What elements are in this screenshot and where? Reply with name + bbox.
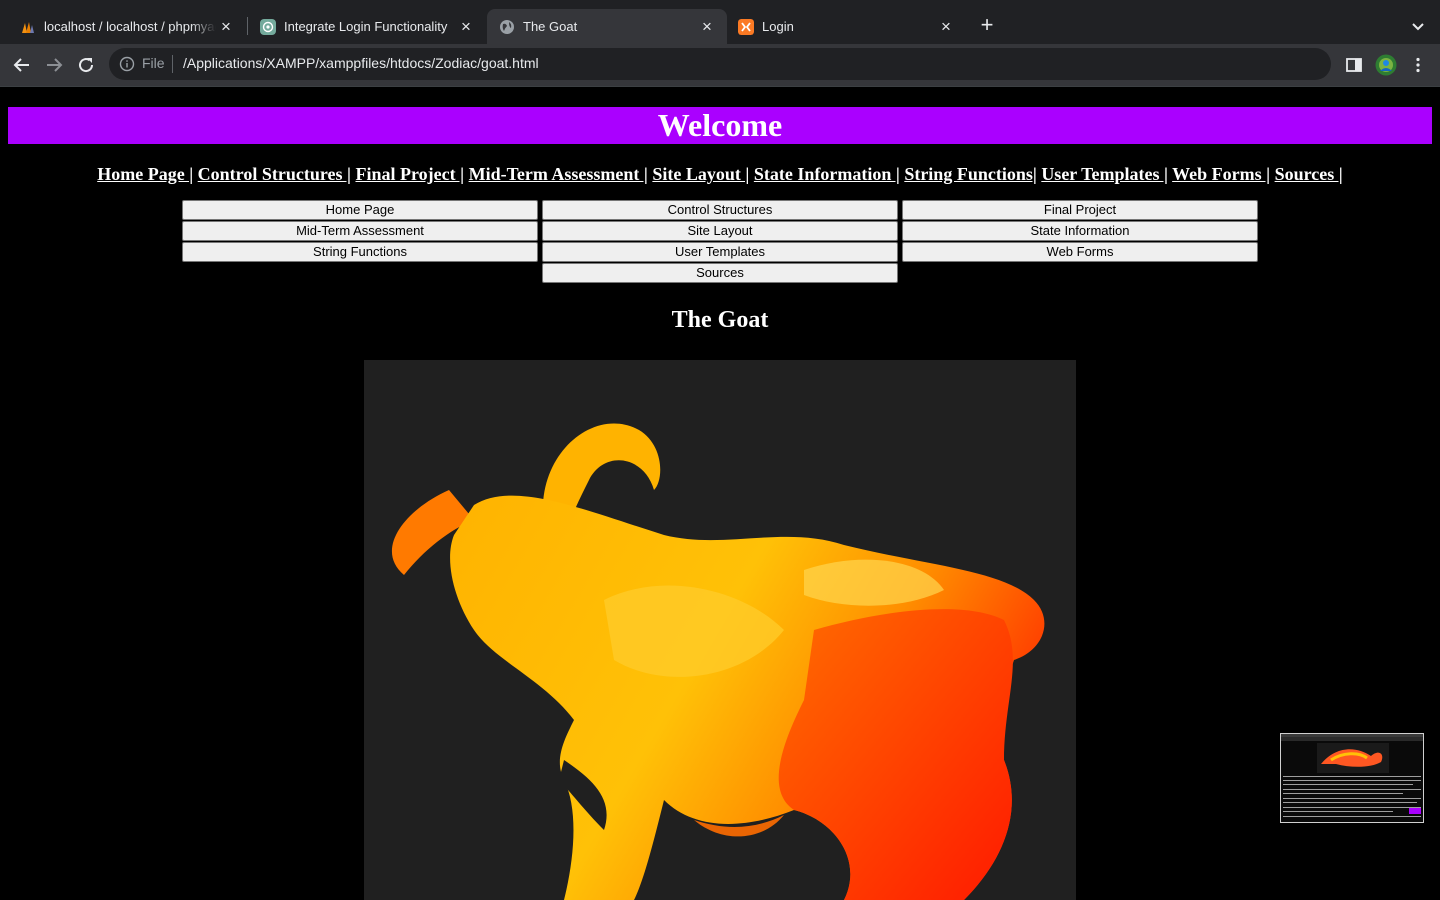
mid-term-assessment-button[interactable]: Mid-Term Assessment — [182, 221, 538, 241]
tab-title: The Goat — [523, 19, 578, 34]
thumbnail-preview — [1281, 734, 1423, 817]
reload-button[interactable] — [73, 52, 99, 78]
xampp-icon — [738, 18, 754, 35]
side-panel-icon — [1346, 58, 1362, 72]
welcome-banner: Welcome — [8, 107, 1432, 144]
home-page-button[interactable]: Home Page — [182, 200, 538, 220]
string-functions-button[interactable]: String Functions — [182, 242, 538, 262]
nav-link-string-functions[interactable]: String Functions| — [904, 164, 1037, 184]
sources-button[interactable]: Sources — [542, 263, 898, 283]
final-project-button[interactable]: Final Project — [902, 200, 1258, 220]
browser-menu-button[interactable] — [1405, 52, 1431, 78]
new-tab-plus-icon[interactable]: + — [976, 14, 998, 36]
kebab-menu-icon — [1416, 57, 1420, 73]
url-text[interactable]: /Applications/XAMPP/xamppfiles/htdocs/Zo… — [183, 55, 539, 71]
goat-illustration — [391, 423, 1045, 900]
phpmyadmin-icon — [22, 21, 34, 33]
site-layout-button[interactable]: Site Layout — [542, 221, 898, 241]
banner-title: Welcome — [657, 107, 783, 143]
text-nav-links: Home Page | Control Structures | Final P… — [0, 164, 1440, 185]
state-information-button[interactable]: State Information — [902, 221, 1258, 241]
arrow-left-icon — [13, 58, 29, 72]
scheme-label: File — [142, 55, 165, 71]
close-tab-icon[interactable]: × — [697, 17, 717, 37]
nav-link-control-structures[interactable]: Control Structures | — [198, 164, 351, 184]
info-icon[interactable] — [119, 56, 135, 72]
side-panel-button[interactable] — [1341, 52, 1367, 78]
tab-the-goat[interactable]: The Goat × — [487, 9, 727, 44]
globe-icon — [500, 19, 514, 34]
back-button[interactable] — [9, 52, 35, 78]
address-separator — [172, 55, 173, 73]
tab-title: Integrate Login Functionality — [284, 19, 448, 34]
nav-link-home-page[interactable]: Home Page | — [97, 164, 193, 184]
tab-title: Login — [762, 19, 794, 34]
tab-login[interactable]: Login × — [726, 9, 966, 44]
nav-link-site-layout[interactable]: Site Layout | — [652, 164, 749, 184]
avatar — [1375, 54, 1397, 76]
close-tab-icon[interactable]: × — [216, 17, 236, 37]
forward-button[interactable] — [41, 52, 67, 78]
profile-avatar-button[interactable] — [1373, 52, 1399, 78]
toolbar-divider — [0, 86, 1440, 87]
picture-in-picture-thumbnail[interactable] — [1280, 733, 1424, 823]
tab-integrate-login[interactable]: Integrate Login Functionality × — [248, 9, 486, 44]
tab-title: localhost / localhost / phpmyadmin — [44, 19, 216, 34]
chatgpt-icon — [260, 18, 276, 35]
nav-link-final-project[interactable]: Final Project | — [355, 164, 464, 184]
goat-image — [364, 360, 1076, 900]
nav-link-web-forms[interactable]: Web Forms | — [1172, 164, 1270, 184]
web-forms-button[interactable]: Web Forms — [902, 242, 1258, 262]
arrow-right-icon — [47, 58, 63, 72]
tab-phpmyadmin[interactable]: localhost / localhost / phpmyadmin × — [8, 9, 246, 44]
close-tab-icon[interactable]: × — [456, 17, 476, 37]
browser-tab-strip: localhost / localhost / phpmyadmin × Int… — [0, 0, 1440, 44]
control-structures-button[interactable]: Control Structures — [542, 200, 898, 220]
reload-icon — [79, 58, 94, 73]
nav-link-sources[interactable]: Sources | — [1275, 164, 1343, 184]
nav-link-user-templates[interactable]: User Templates | — [1041, 164, 1168, 184]
page-title: The Goat — [671, 307, 769, 333]
tab-search-chevron-icon[interactable] — [1408, 16, 1428, 36]
close-tab-icon[interactable]: × — [936, 17, 956, 37]
nav-link-mid-term-assessment[interactable]: Mid-Term Assessment | — [469, 164, 648, 184]
nav-link-state-information[interactable]: State Information | — [754, 164, 900, 184]
user-templates-button[interactable]: User Templates — [542, 242, 898, 262]
